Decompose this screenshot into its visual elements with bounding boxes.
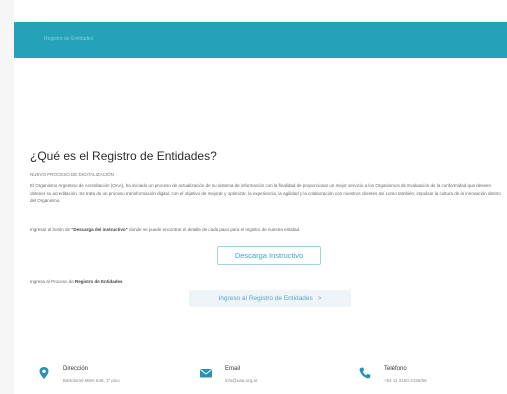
address-label: Dirección (63, 366, 89, 372)
phone-label: Teléfono (384, 366, 407, 372)
header-banner: Registro de Entidades (14, 22, 507, 58)
ingresa-text: Ingresa al Proceso de Registro de Entida… (30, 279, 124, 284)
section-kicker: NUEVO PROCESO DE DIGITALIZACIÓN (30, 172, 114, 177)
intro-paragraph: El Organismo Argentino de Acreditación (… (30, 183, 501, 203)
email-value[interactable]: info@oaa.org.ar (225, 378, 257, 383)
phone-icon (359, 367, 371, 379)
instructions-text: Ingresar al botón de "Descarga del instr… (30, 227, 301, 232)
chevron-right-icon: > (317, 295, 322, 302)
ingreso-registro-label: Ingreso al Registro de Entidades (218, 295, 313, 302)
ingreso-registro-button[interactable]: Ingreso al Registro de Entidades > (189, 290, 351, 307)
page-title: ¿Qué es el Registro de Entidades? (30, 149, 217, 163)
phone-value[interactable]: +54 11 2150-2155/56 (384, 378, 427, 383)
download-instructivo-button[interactable]: Descarga Instructivo (217, 246, 321, 265)
address-value: Bartolomé Mitre 648, 1º piso (63, 378, 120, 383)
email-label: Email (225, 366, 241, 372)
instructions-bold: "Descarga del instructivo" (71, 227, 128, 232)
envelope-icon (200, 369, 212, 378)
ingresa-bold: Registro de Entidades (75, 279, 123, 284)
location-pin-icon (39, 367, 49, 379)
banner-breadcrumb: Registro de Entidades (44, 36, 94, 42)
